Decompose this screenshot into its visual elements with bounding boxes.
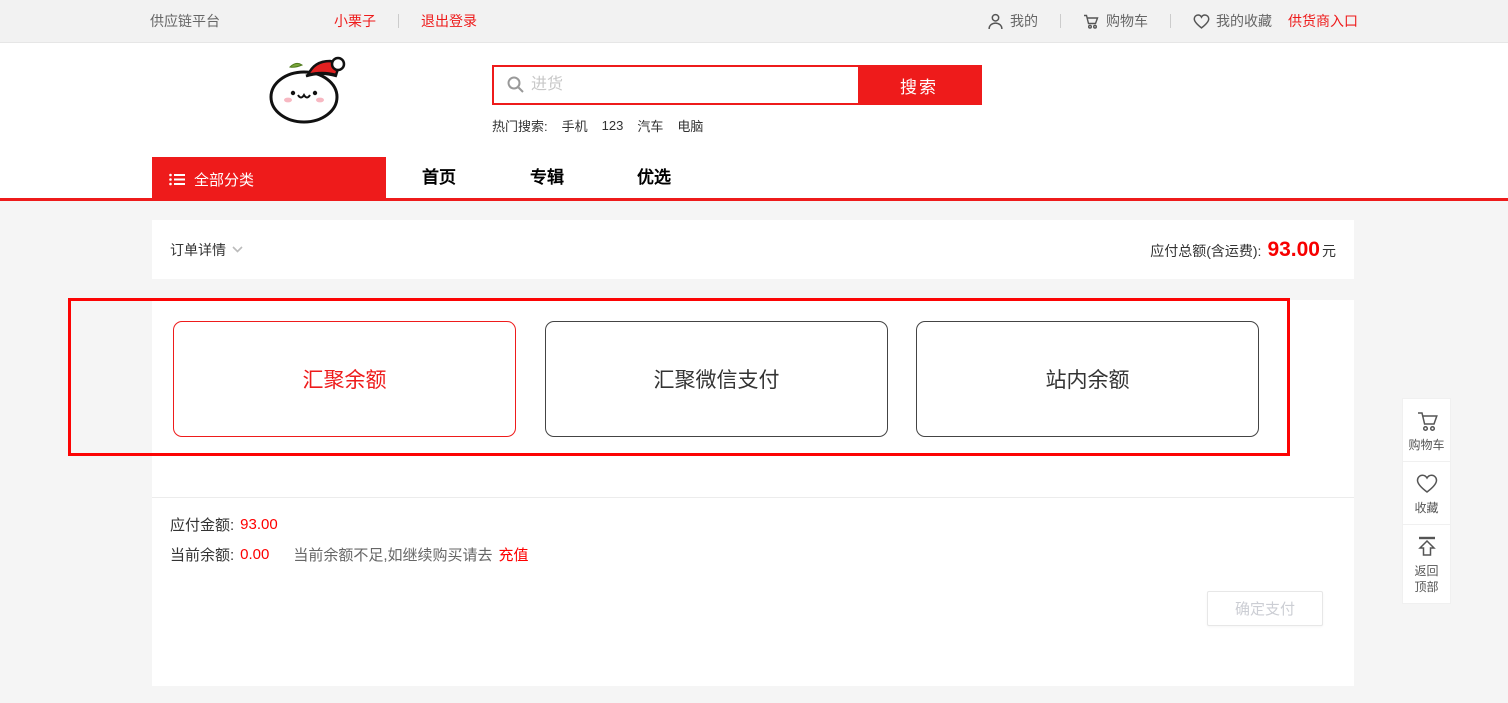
divider (1060, 14, 1061, 28)
divider (152, 497, 1354, 498)
sidebar-cart-button[interactable]: 购物车 (1403, 399, 1450, 462)
topbar-favorites-label: 我的收藏 (1216, 11, 1272, 31)
search-box: 搜索 (492, 65, 982, 105)
back-to-top-button[interactable]: 返回顶部 (1403, 525, 1450, 603)
topbar-platform-link[interactable]: 供应链平台 (150, 11, 220, 31)
heart-icon (1415, 472, 1439, 496)
order-details-label: 订单详情 (170, 240, 226, 260)
supplier-entry-link[interactable]: 供货商入口 (1288, 11, 1358, 31)
topbar-cart-link[interactable]: 购物车 (1083, 11, 1148, 31)
floating-sidebar: 购物车 收藏 返回顶部 (1402, 398, 1451, 604)
page-content: 订单详情 应付总额(含运费): 93.00 元 汇聚余额 汇聚微信支付 站内余额… (0, 201, 1508, 703)
hot-keyword[interactable]: 123 (602, 118, 624, 133)
insufficient-balance-text: 当前余额不足,如继续购买请去 (293, 544, 492, 565)
hot-keyword[interactable]: 汽车 (637, 116, 663, 135)
topbar-favorites-link[interactable]: 我的收藏 (1193, 11, 1272, 31)
payment-methods: 汇聚余额 汇聚微信支付 站内余额 (152, 300, 1354, 497)
topbar: 供应链平台 小栗子 退出登录 我的 购物车 我的收藏 供货商入口 (0, 0, 1508, 43)
payment-card: 汇聚余额 汇聚微信支付 站内余额 应付金额: 93.00 当前余额: 0.00 … (152, 300, 1354, 686)
site-header: 搜索 热门搜索: 手机 123 汽车 电脑 (0, 43, 1508, 157)
sidebar-favorite-label: 收藏 (1414, 500, 1438, 516)
hot-keyword[interactable]: 手机 (562, 116, 588, 135)
topbar-my-label: 我的 (1010, 11, 1038, 31)
search-button[interactable]: 搜索 (858, 67, 980, 103)
cart-icon (1415, 409, 1439, 433)
chevron-down-icon (232, 246, 243, 253)
back-to-top-icon (1415, 535, 1439, 559)
order-details-toggle[interactable]: 订单详情 (170, 240, 243, 260)
topbar-my-link[interactable]: 我的 (987, 11, 1038, 31)
topbar-cart-label: 购物车 (1106, 11, 1148, 31)
payment-method-huiju-wechat[interactable]: 汇聚微信支付 (545, 321, 888, 437)
order-summary-bar: 订单详情 应付总额(含运费): 93.00 元 (152, 220, 1354, 279)
hot-search-label: 热门搜索: (492, 116, 548, 135)
nav-item-featured[interactable]: 优选 (637, 157, 671, 198)
divider (398, 14, 399, 28)
user-icon (987, 13, 1004, 30)
hot-keyword[interactable]: 电脑 (677, 116, 703, 135)
search-input[interactable] (531, 67, 858, 103)
balance-amount: 0.00 (240, 546, 269, 563)
payment-method-huiju-balance[interactable]: 汇聚余额 (173, 321, 516, 437)
sidebar-favorite-button[interactable]: 收藏 (1403, 462, 1450, 525)
main-nav: 全部分类 首页 专辑 优选 (0, 157, 1508, 201)
order-total: 应付总额(含运费): 93.00 元 (1150, 238, 1336, 262)
search-icon (506, 75, 525, 94)
confirm-pay-button[interactable]: 确定支付 (1207, 591, 1323, 626)
back-to-top-label: 返回顶部 (1414, 563, 1438, 595)
payable-amount-row: 应付金额: 93.00 (170, 514, 278, 535)
cart-icon (1083, 13, 1100, 30)
balance-label: 当前余额: (170, 544, 234, 565)
payment-method-site-balance[interactable]: 站内余额 (916, 321, 1259, 437)
heart-icon (1193, 13, 1210, 30)
payable-label: 应付金额: (170, 514, 234, 535)
divider (1170, 14, 1171, 28)
order-total-unit: 元 (1322, 241, 1336, 261)
all-categories-button[interactable]: 全部分类 (152, 157, 386, 201)
recharge-link[interactable]: 充值 (499, 544, 529, 565)
list-menu-icon (169, 173, 185, 186)
site-logo[interactable] (252, 51, 362, 129)
logout-link[interactable]: 退出登录 (421, 11, 477, 31)
balance-row: 当前余额: 0.00 当前余额不足,如继续购买请去充值 (170, 544, 529, 565)
nav-item-albums[interactable]: 专辑 (530, 157, 564, 198)
sidebar-cart-label: 购物车 (1408, 437, 1444, 453)
order-total-amount: 93.00 (1267, 238, 1320, 262)
all-categories-label: 全部分类 (194, 169, 254, 190)
nav-item-home[interactable]: 首页 (422, 157, 456, 198)
order-total-label: 应付总额(含运费): (1150, 241, 1261, 261)
payable-amount: 93.00 (240, 516, 278, 533)
topbar-username[interactable]: 小栗子 (334, 11, 376, 31)
